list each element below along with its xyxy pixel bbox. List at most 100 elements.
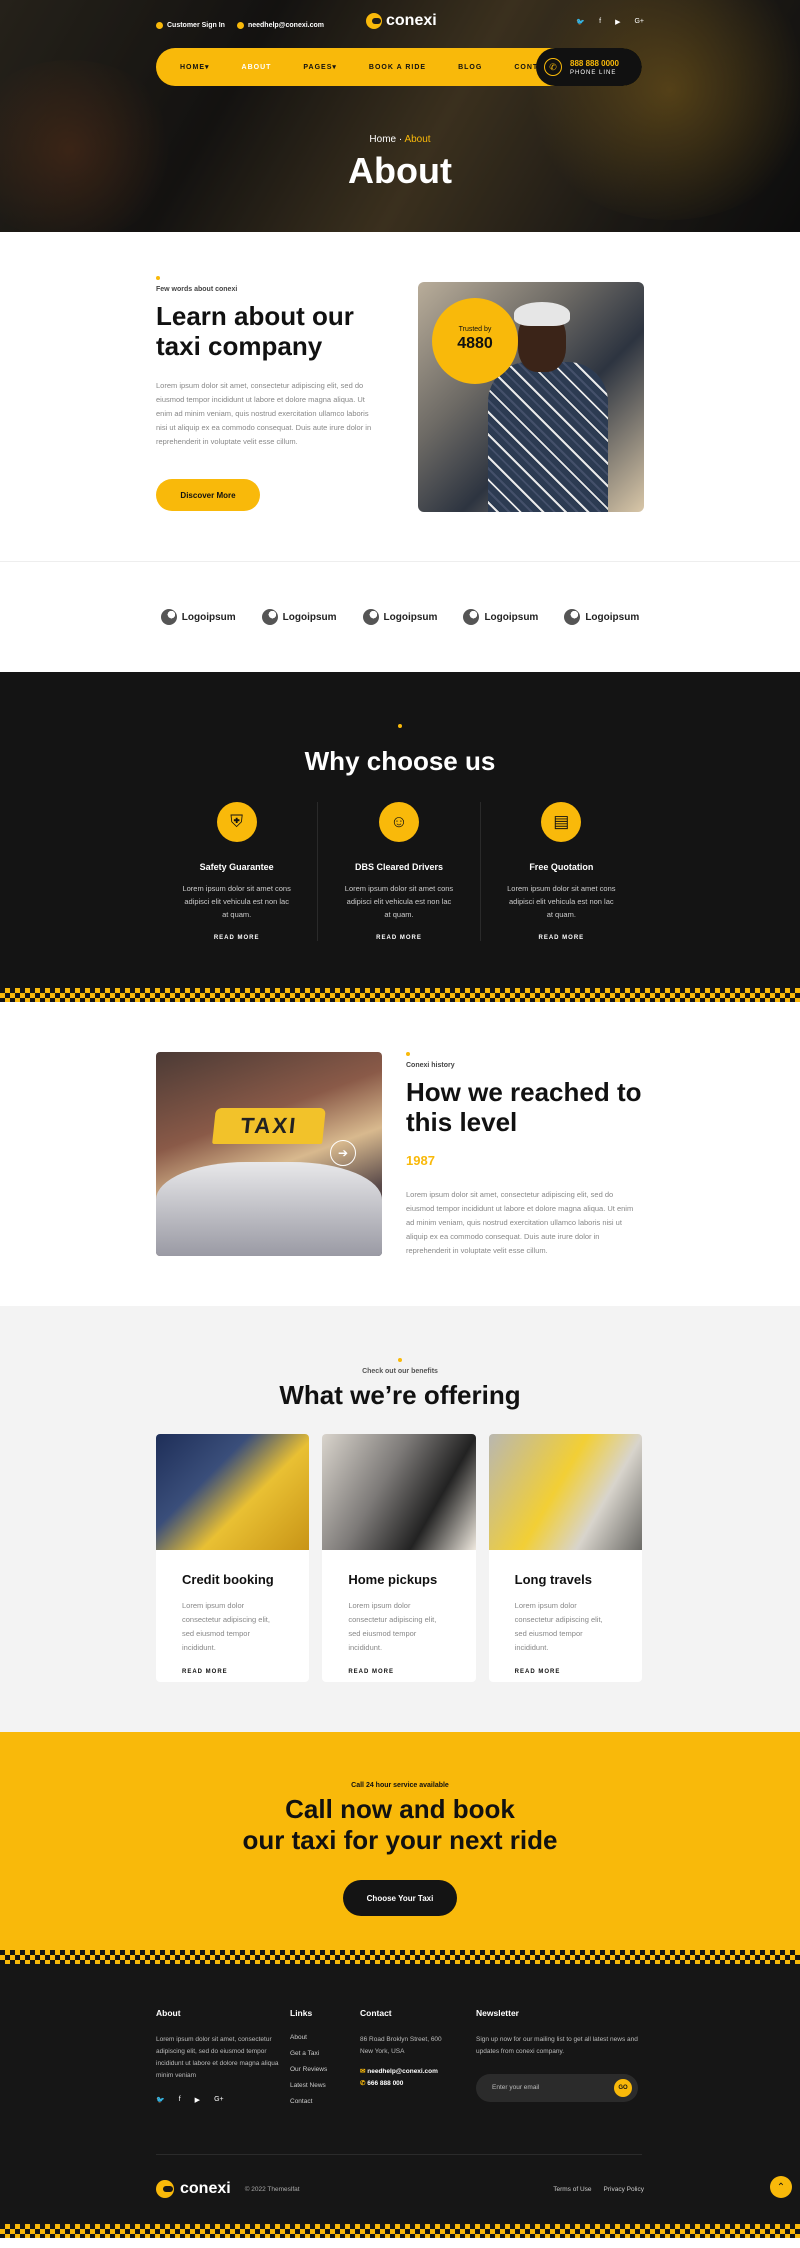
offer-section: Check out our benefits What we’re offeri… xyxy=(0,1306,800,1732)
footer-link-about[interactable]: About xyxy=(290,2034,350,2041)
feature-item: ⛨ Safety Guarantee Lorem ipsum dolor sit… xyxy=(156,802,319,941)
trusted-count: 4880 xyxy=(457,335,493,352)
scroll-to-top-button[interactable]: ⌃ xyxy=(770,2176,792,2198)
youtube-icon[interactable]: ▶ xyxy=(195,2096,200,2104)
partner-logos: Logoipsum Logoipsum Logoipsum Logoipsum … xyxy=(0,562,800,672)
nav-about[interactable]: ABOUT xyxy=(242,64,272,71)
read-more-link[interactable]: READ MORE xyxy=(182,1669,283,1675)
checker-divider xyxy=(0,1950,800,1964)
checker-divider xyxy=(0,988,800,1002)
taxi-sign: TAXI xyxy=(212,1108,326,1144)
read-more-link[interactable]: READ MORE xyxy=(515,1669,616,1675)
footer-about: About Lorem ipsum dolor sit amet, consec… xyxy=(156,2008,282,2104)
history-eyebrow: Conexi history xyxy=(406,1062,455,1069)
partner-logo[interactable]: Logoipsum xyxy=(463,609,538,625)
arrow-right-icon[interactable]: ➔ xyxy=(330,1140,356,1166)
footer-links: Links About Get a Taxi Our Reviews Lates… xyxy=(290,2008,350,2114)
partner-logo[interactable]: Logoipsum xyxy=(564,609,639,625)
credit-booking-photo xyxy=(156,1434,310,1550)
nav-pages[interactable]: PAGES▾ xyxy=(303,63,337,71)
footer-logo[interactable]: conexi © 2022 Themeslfat xyxy=(156,2180,300,2198)
cta-eyebrow: Call 24 hour service available xyxy=(351,1782,449,1789)
history-section: TAXI ➔ Conexi history How we reached to … xyxy=(0,1002,800,1306)
partner-logo[interactable]: Logoipsum xyxy=(362,609,437,625)
driver-photo: Trusted by 4880 xyxy=(418,282,644,512)
offer-eyebrow: Check out our benefits xyxy=(362,1368,438,1375)
newsletter-email-input[interactable]: Enter your email GO xyxy=(476,2074,638,2102)
page-title: About xyxy=(348,150,452,191)
trusted-badge: Trusted by 4880 xyxy=(432,298,518,384)
privacy-link[interactable]: Privacy Policy xyxy=(604,2186,644,2193)
partner-logo[interactable]: Logoipsum xyxy=(160,609,236,625)
hero-section: Customer Sign In needhelp@conexi.com con… xyxy=(0,0,800,232)
google-plus-icon[interactable]: G+ xyxy=(634,18,644,26)
about-text: Lorem ipsum dolor sit amet, consectetur … xyxy=(156,381,372,446)
taxi-sign-photo: TAXI ➔ xyxy=(156,1052,382,1256)
facebook-icon[interactable]: f xyxy=(599,18,601,26)
logo-icon xyxy=(366,13,382,29)
phone-number: 888 888 0000 xyxy=(570,58,619,68)
nav-book-ride[interactable]: BOOK A RIDE xyxy=(369,64,426,71)
shield-icon: ⛨ xyxy=(216,802,257,842)
logo-icon xyxy=(156,2180,174,2198)
service-card[interactable]: Long travels Lorem ipsum dolor consectet… xyxy=(488,1434,642,1682)
phone-icon: ✆ xyxy=(544,58,562,76)
phone-box[interactable]: ✆ 888 888 0000 PHONE LINE xyxy=(536,48,642,86)
read-more-link[interactable]: READ MORE xyxy=(481,935,642,941)
nav-blog[interactable]: BLOG xyxy=(458,64,482,71)
feature-item: ▤ Free Quotation Lorem ipsum dolor sit a… xyxy=(481,802,642,941)
twitter-icon[interactable]: 🐦 xyxy=(576,18,585,26)
home-pickups-photo xyxy=(322,1434,476,1550)
footer-link-reviews[interactable]: Our Reviews xyxy=(290,2066,350,2073)
logoipsum-icon xyxy=(160,609,177,625)
copyright: © 2022 Themeslfat xyxy=(244,2185,300,2193)
nav-home[interactable]: HOME▾ xyxy=(180,63,210,71)
site-logo[interactable]: conexi xyxy=(366,12,437,30)
terms-link[interactable]: Terms of Use xyxy=(553,2186,591,2193)
footer-link-contact[interactable]: Contact xyxy=(290,2098,350,2105)
google-plus-icon[interactable]: G+ xyxy=(214,2096,224,2104)
logoipsum-icon xyxy=(463,609,480,625)
twitter-icon[interactable]: 🐦 xyxy=(156,2096,165,2104)
about-title: Learn about our taxi company xyxy=(156,301,354,361)
footer-email[interactable]: needhelp@conexi.com xyxy=(367,2068,438,2075)
service-card[interactable]: Credit booking Lorem ipsum dolor consect… xyxy=(156,1434,310,1682)
why-title: Why choose us xyxy=(304,746,496,776)
footer-link-news[interactable]: Latest News xyxy=(290,2082,350,2089)
read-more-link[interactable]: READ MORE xyxy=(156,935,317,941)
logoipsum-icon xyxy=(564,609,581,625)
footer-contact: Contact 86 Road Broklyn Street, 600 New … xyxy=(360,2008,446,2090)
discover-more-button[interactable]: Discover More xyxy=(156,479,260,511)
logoipsum-icon xyxy=(261,609,278,625)
footer-socials: 🐦 f ▶ G+ xyxy=(156,2096,282,2104)
clipboard-icon: ▤ xyxy=(541,802,582,842)
choose-taxi-button[interactable]: Choose Your Taxi xyxy=(343,1880,457,1916)
read-more-link[interactable]: READ MORE xyxy=(348,1669,449,1675)
logoipsum-icon xyxy=(362,609,379,625)
facebook-icon[interactable]: f xyxy=(179,2096,181,2104)
footer-phone[interactable]: 666 888 000 xyxy=(367,2080,403,2087)
phone-label: PHONE LINE xyxy=(570,69,617,76)
history-text: Lorem ipsum dolor sit amet, consectetur … xyxy=(406,1190,634,1255)
mail-icon xyxy=(236,21,244,29)
cta-title: Call now and book our taxi for your next … xyxy=(242,1794,558,1855)
user-icon xyxy=(156,21,163,29)
footer-newsletter: Newsletter Sign up now for our mailing l… xyxy=(476,2008,642,2102)
cta-section: Call 24 hour service available Call now … xyxy=(0,1732,800,1964)
feature-item: ☺ DBS Cleared Drivers Lorem ipsum dolor … xyxy=(318,802,481,941)
email-link[interactable]: needhelp@conexi.com xyxy=(236,21,324,29)
read-more-link[interactable]: READ MORE xyxy=(318,935,479,941)
social-links: 🐦 f ▶ G+ xyxy=(576,18,644,26)
history-year: 1987 xyxy=(406,1153,435,1168)
about-eyebrow: Few words about conexi xyxy=(156,286,238,293)
breadcrumb-home[interactable]: Home xyxy=(369,134,396,145)
driver-icon: ☺ xyxy=(378,802,419,842)
service-card[interactable]: Home pickups Lorem ipsum dolor consectet… xyxy=(322,1434,476,1682)
footer-address: 86 Road Broklyn Street, 600 New York, US… xyxy=(360,2036,442,2055)
newsletter-go-button[interactable]: GO xyxy=(614,2079,632,2097)
offer-title: What we’re offering xyxy=(279,1380,521,1410)
youtube-icon[interactable]: ▶ xyxy=(615,18,620,26)
footer-link-get-taxi[interactable]: Get a Taxi xyxy=(290,2050,350,2057)
partner-logo[interactable]: Logoipsum xyxy=(261,609,337,625)
customer-signin-link[interactable]: Customer Sign In xyxy=(156,21,225,29)
